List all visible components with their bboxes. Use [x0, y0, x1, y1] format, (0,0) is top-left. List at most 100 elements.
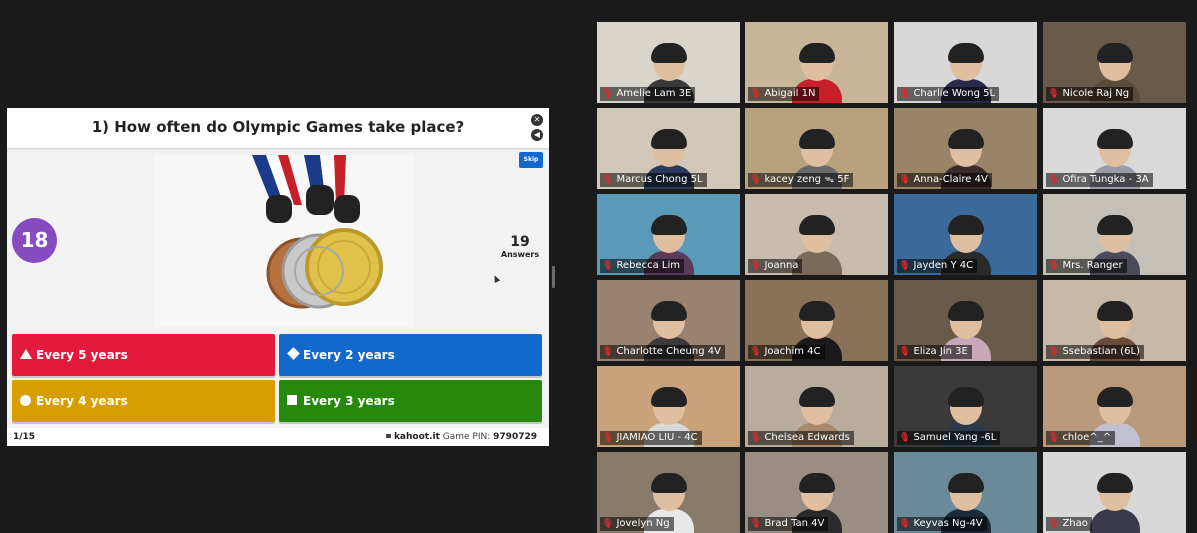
- muted-mic-icon: 🎙︎: [1048, 261, 1060, 271]
- fullscreen-icon[interactable]: ✕: [531, 114, 543, 126]
- participant-tile[interactable]: 🎙︎ Rebecca Lim: [597, 194, 740, 275]
- answer-option-blue[interactable]: Every 2 years: [279, 334, 542, 376]
- participant-tile[interactable]: 🎙︎ Abigail 1N: [745, 22, 888, 103]
- muted-mic-icon: 🎙︎: [899, 89, 911, 99]
- participant-name: Jayden Y 4C: [913, 260, 974, 271]
- participant-tile[interactable]: 🎙︎ Jovelyn Ng: [597, 452, 740, 533]
- participant-tile[interactable]: 🎙︎ Joachim 4C: [745, 280, 888, 361]
- muted-mic-icon: 🎙︎: [602, 519, 614, 529]
- answers-count: 19: [510, 234, 530, 250]
- countdown-timer: 18: [12, 218, 57, 263]
- muted-mic-icon: 🎙︎: [899, 433, 911, 443]
- kahoot-site: kahoot.it: [393, 432, 440, 442]
- game-pin-label: Game PIN:: [442, 432, 491, 442]
- participant-tile[interactable]: 🎙︎ Chelsea Edwards: [745, 366, 888, 447]
- participant-name-label: 🎙︎ chloe^_^: [1046, 431, 1116, 445]
- participant-name-label: 🎙︎ Ofira Tungka - 3A: [1046, 173, 1153, 187]
- answer-option-yellow[interactable]: Every 4 years: [12, 380, 275, 422]
- participant-name-label: 🎙︎ Jayden Y 4C: [897, 259, 978, 273]
- question-progress: 1/15: [13, 432, 36, 442]
- participant-name-label: 🎙︎ Amelie Lam 3E: [600, 87, 696, 101]
- participant-name: Joachim 4C: [764, 346, 821, 357]
- participant-tile[interactable]: 🎙︎ Charlotte Cheung 4V: [597, 280, 740, 361]
- answer-option-label: Every 2 years: [303, 348, 395, 362]
- participant-name-label: 🎙︎ Joachim 4C: [748, 345, 825, 359]
- answer-option-red[interactable]: Every 5 years: [12, 334, 275, 376]
- participant-tile[interactable]: 🎙︎ chloe^_^: [1043, 366, 1186, 447]
- participant-tile[interactable]: 🎙︎ Ofira Tungka - 3A: [1043, 108, 1186, 189]
- muted-mic-icon: 🎙︎: [1048, 433, 1060, 443]
- participant-video: [1089, 473, 1140, 533]
- participant-name: Zhao: [1062, 518, 1088, 529]
- participant-name: Jovelyn Ng: [616, 518, 670, 529]
- participant-name-label: 🎙︎ Keyvas Ng-4V: [897, 517, 987, 531]
- muted-mic-icon: 🎙︎: [602, 433, 614, 443]
- video-gallery: 🎙︎ Amelie Lam 3E 🎙︎ Abigail 1N 🎙︎ Charlie Won…: [590, 0, 1197, 533]
- participant-name-label: 🎙︎ Eliza Jin 3E: [897, 345, 972, 359]
- participant-tile[interactable]: 🎙︎ Eliza Jin 3E: [894, 280, 1037, 361]
- participant-tile[interactable]: 🎙︎ JIAMIAO LIU - 4C: [597, 366, 740, 447]
- participant-tile[interactable]: 🎙︎ Keyvas Ng-4V: [894, 452, 1037, 533]
- participant-tile[interactable]: 🎙︎ Nicole Raj Ng: [1043, 22, 1186, 103]
- muted-mic-icon: 🎙︎: [750, 261, 762, 271]
- answers-counter: 19 Answers: [495, 234, 545, 259]
- triangle-icon: [20, 349, 32, 359]
- participant-name-label: 🎙︎ Chelsea Edwards: [748, 431, 854, 445]
- participant-name: Marcus Chong 5L: [616, 174, 703, 185]
- participant-tile[interactable]: 🎙︎ kacey zeng ᯓ 5F: [745, 108, 888, 189]
- participant-name: Nicole Raj Ng: [1062, 88, 1130, 99]
- participant-name-label: 🎙︎ kacey zeng ᯓ 5F: [748, 173, 854, 187]
- participant-name-label: 🎙︎ Jovelyn Ng: [600, 517, 674, 531]
- participant-name: Amelie Lam 3E: [616, 88, 692, 99]
- muted-mic-icon: 🎙︎: [1048, 89, 1060, 99]
- diamond-icon: [287, 347, 300, 360]
- participant-name: kacey zeng ᯓ 5F: [764, 174, 850, 185]
- answer-option-label: Every 5 years: [36, 348, 128, 362]
- muted-mic-icon: 🎙︎: [750, 519, 762, 529]
- participant-tile[interactable]: 🎙︎ Marcus Chong 5L: [597, 108, 740, 189]
- participant-tile[interactable]: 🎙︎ Charlie Wong 5L: [894, 22, 1037, 103]
- participant-name-label: 🎙︎ Marcus Chong 5L: [600, 173, 707, 187]
- participant-name-label: 🎙︎ Mrs. Ranger: [1046, 259, 1127, 273]
- participant-tile[interactable]: 🎙︎ Samuel Yang -6L: [894, 366, 1037, 447]
- game-pin-value: 9790729: [493, 432, 537, 442]
- participant-name: Abigail 1N: [764, 88, 816, 99]
- answer-option-green[interactable]: Every 3 years: [279, 380, 542, 422]
- participant-tile[interactable]: 🎙︎ Zhao: [1043, 452, 1186, 533]
- participant-name: Charlie Wong 5L: [913, 88, 996, 99]
- participant-name: Chelsea Edwards: [764, 432, 850, 443]
- muted-mic-icon: 🎙︎: [602, 89, 614, 99]
- participant-name: Anna-Claire 4V: [913, 174, 988, 185]
- participant-name: Eliza Jin 3E: [913, 346, 968, 357]
- participant-name: JIAMIAO LIU - 4C: [616, 432, 698, 443]
- participant-tile[interactable]: 🎙︎ Amelie Lam 3E: [597, 22, 740, 103]
- muted-mic-icon: 🎙︎: [1048, 519, 1060, 529]
- participant-name-label: 🎙︎ Charlotte Cheung 4V: [600, 345, 725, 359]
- participant-tile[interactable]: 🎙︎ Mrs. Ranger: [1043, 194, 1186, 275]
- sound-icon[interactable]: ◀: [531, 129, 543, 141]
- muted-mic-icon: 🎙︎: [899, 261, 911, 271]
- participant-name-label: 🎙︎ Nicole Raj Ng: [1046, 87, 1134, 101]
- skip-button[interactable]: Skip: [519, 152, 543, 168]
- circle-icon: [20, 395, 31, 406]
- participant-name-label: 🎙︎ Charlie Wong 5L: [897, 87, 1000, 101]
- participant-tile[interactable]: 🎙︎ Anna-Claire 4V: [894, 108, 1037, 189]
- participant-tile[interactable]: 🎙︎ Jayden Y 4C: [894, 194, 1037, 275]
- split-divider-handle[interactable]: [552, 266, 555, 288]
- muted-mic-icon: 🎙︎: [899, 175, 911, 185]
- question-image: [154, 155, 414, 327]
- lock-icon: [385, 434, 391, 438]
- answer-option-label: Every 4 years: [36, 394, 128, 408]
- participant-name-label: 🎙︎ JIAMIAO LIU - 4C: [600, 431, 702, 445]
- participant-name-label: 🎙︎ Abigail 1N: [748, 87, 820, 101]
- participant-tile[interactable]: 🎙︎ Joanna: [745, 194, 888, 275]
- muted-mic-icon: 🎙︎: [602, 175, 614, 185]
- participant-tile[interactable]: 🎙︎ Brad Tan 4V: [745, 452, 888, 533]
- participant-name: Ssebastian (6L): [1062, 346, 1140, 357]
- kahoot-question-screen: 1) How often do Olympic Games take place…: [7, 108, 549, 446]
- muted-mic-icon: 🎙︎: [1048, 175, 1060, 185]
- participant-name: Joanna: [764, 260, 799, 271]
- muted-mic-icon: 🎙︎: [750, 347, 762, 357]
- square-icon: [287, 395, 297, 405]
- participant-tile[interactable]: 🎙︎ Ssebastian (6L): [1043, 280, 1186, 361]
